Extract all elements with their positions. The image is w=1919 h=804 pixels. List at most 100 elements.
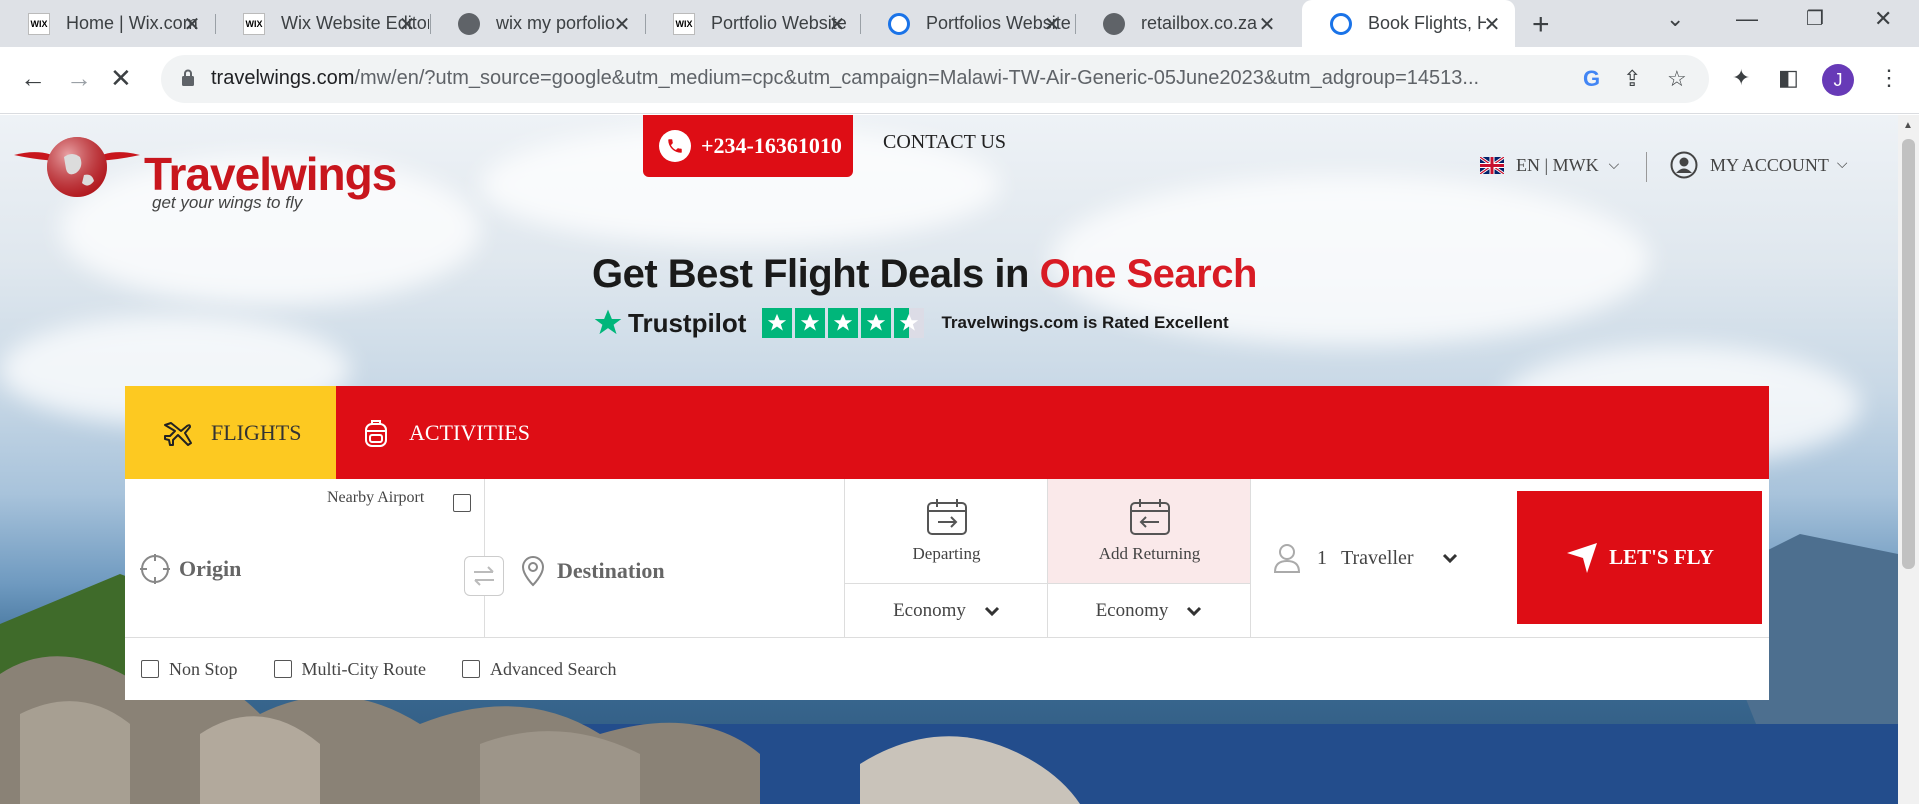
- half-star-icon: [894, 308, 925, 338]
- browser-tab[interactable]: retailbox.co.za ✕: [1075, 0, 1290, 47]
- origin-field[interactable]: Nearby Airport Origin: [125, 479, 485, 637]
- non-stop-option[interactable]: Non Stop: [141, 659, 238, 680]
- advanced-search-option[interactable]: Advanced Search: [462, 659, 616, 680]
- airplane-icon: [164, 421, 192, 446]
- hero-title: Get Best Flight Deals in One Search: [592, 252, 1258, 296]
- scrollbar-thumb[interactable]: [1902, 139, 1915, 569]
- close-icon[interactable]: ✕: [826, 12, 848, 37]
- tab-activities[interactable]: ACTIVITIES: [361, 386, 530, 479]
- chevron-down-icon: [1442, 553, 1457, 564]
- browser-tab[interactable]: Portfolios Website ✕: [860, 0, 1075, 47]
- rating-stars: [762, 308, 927, 338]
- address-bar: ← → ✕ travelwings.com/mw/en/?utm_source=…: [0, 47, 1919, 114]
- tab-flights[interactable]: FLIGHTS: [125, 386, 336, 479]
- star-icon: [795, 308, 826, 338]
- traveller-label: Traveller: [1341, 546, 1414, 569]
- browser-tab[interactable]: WIX Wix Website Editor ✕: [215, 0, 430, 47]
- close-icon[interactable]: ✕: [1041, 12, 1063, 37]
- browser-tab-bar: WIX Home | Wix.com ✕ WIX Wix Website Edi…: [0, 0, 1919, 47]
- header-divider: [1646, 152, 1647, 182]
- calendar-depart-icon: [926, 499, 967, 535]
- forward-icon[interactable]: →: [66, 63, 92, 94]
- returning-date-field[interactable]: Add Returning: [1048, 479, 1251, 584]
- returning-label: Add Returning: [1098, 544, 1201, 563]
- travelwings-logo[interactable]: Travelwings get your wings to fly: [14, 127, 397, 212]
- hero-title-accent: One Search: [1039, 252, 1258, 296]
- google-icon[interactable]: G: [1583, 66, 1600, 92]
- my-account-menu[interactable]: MY ACCOUNT ⌵: [1670, 151, 1847, 179]
- lets-fly-button[interactable]: LET'S FLY: [1517, 491, 1762, 624]
- chevron-down-icon: [1187, 606, 1202, 616]
- url-text[interactable]: travelwings.com/mw/en/?utm_source=google…: [211, 67, 1611, 90]
- nearby-airport-label: Nearby Airport: [327, 489, 425, 506]
- close-window-icon[interactable]: ✕: [1874, 6, 1892, 32]
- trustpilot-rating[interactable]: Trustpilot Travelwings.com is Rated Exce…: [592, 307, 1229, 339]
- scroll-up-icon[interactable]: ▲: [1903, 120, 1913, 131]
- search-options: Non Stop Multi-City Route Advanced Searc…: [125, 637, 1769, 700]
- more-menu-icon[interactable]: ⋮: [1878, 65, 1900, 91]
- contact-us-link[interactable]: CONTACT US: [883, 131, 1006, 154]
- phone-button[interactable]: +234-16361010: [643, 115, 853, 177]
- close-icon[interactable]: ✕: [181, 12, 203, 37]
- calendar-return-icon: [1129, 499, 1170, 535]
- restore-icon[interactable]: ❐: [1806, 6, 1824, 31]
- extensions-icon[interactable]: ✦: [1732, 65, 1750, 91]
- destination-field[interactable]: Destination: [485, 479, 845, 637]
- bookmark-star-icon[interactable]: ☆: [1667, 66, 1687, 92]
- browser-tab[interactable]: WIX Portfolio Website ✕: [645, 0, 860, 47]
- logo-tagline: get your wings to fly: [152, 193, 303, 212]
- close-icon[interactable]: ✕: [1481, 12, 1503, 37]
- wix-icon: WIX: [673, 13, 695, 35]
- traveller-selector[interactable]: 1 Traveller: [1251, 479, 1511, 637]
- browser-tab-active[interactable]: Book Flights, H ✕: [1302, 0, 1515, 47]
- departing-date-cell: Departing Economy: [845, 479, 1048, 637]
- multi-city-label: Multi-City Route: [301, 658, 427, 679]
- omnibox[interactable]: travelwings.com/mw/en/?utm_source=google…: [161, 55, 1709, 103]
- page-scrollbar[interactable]: ▲: [1898, 115, 1919, 804]
- loading-icon: [888, 13, 910, 35]
- map-pin-icon: [521, 555, 545, 587]
- return-cabin-value: Economy: [1095, 599, 1169, 621]
- stop-loading-icon[interactable]: ✕: [110, 63, 132, 94]
- browser-tab[interactable]: WIX Home | Wix.com ✕: [0, 0, 215, 47]
- trustpilot-star-icon: [594, 309, 622, 335]
- star-icon: [762, 308, 793, 338]
- multi-city-checkbox[interactable]: [273, 660, 292, 678]
- return-cabin-select[interactable]: Economy: [1048, 584, 1251, 637]
- star-icon: [861, 308, 892, 338]
- origin-input[interactable]: Origin: [139, 553, 241, 585]
- advanced-search-checkbox[interactable]: [462, 660, 481, 678]
- side-panel-icon[interactable]: ◧: [1778, 65, 1799, 91]
- back-icon[interactable]: ←: [20, 63, 46, 94]
- close-icon[interactable]: ✕: [396, 12, 418, 37]
- chevron-down-icon: ⌵: [1608, 157, 1620, 173]
- chevron-down-icon[interactable]: ⌄: [1666, 6, 1684, 32]
- send-arrow-icon: [1567, 542, 1598, 573]
- page-viewport: Travelwings get your wings to fly +234-1…: [0, 115, 1898, 804]
- departing-date-field[interactable]: Departing: [845, 479, 1048, 584]
- share-icon[interactable]: ⇪: [1623, 66, 1641, 92]
- profile-avatar[interactable]: J: [1822, 64, 1854, 96]
- lets-fly-label: LET'S FLY: [1609, 545, 1714, 569]
- depart-cabin-value: Economy: [893, 599, 966, 621]
- multi-city-option[interactable]: Multi-City Route: [273, 658, 427, 680]
- language-currency-selector[interactable]: EN | MWK ⌵: [1480, 155, 1619, 176]
- browser-tab[interactable]: wix my porfolio ✕: [430, 0, 645, 47]
- close-icon[interactable]: ✕: [611, 12, 633, 37]
- user-icon: [1670, 151, 1698, 179]
- non-stop-checkbox[interactable]: [141, 660, 159, 678]
- language-currency-label: EN | MWK: [1516, 155, 1599, 175]
- new-tab-icon[interactable]: +: [1532, 8, 1550, 42]
- my-account-label: MY ACCOUNT: [1710, 154, 1829, 175]
- non-stop-label: Non Stop: [169, 658, 238, 679]
- lock-icon[interactable]: [181, 69, 195, 87]
- chevron-down-icon: ⌵: [1836, 157, 1848, 172]
- destination-input[interactable]: Destination: [521, 555, 665, 587]
- tab-activities-label: ACTIVITIES: [409, 419, 530, 445]
- depart-cabin-select[interactable]: Economy: [845, 584, 1048, 637]
- chevron-down-icon: [984, 606, 999, 616]
- traveller-count: 1: [1317, 546, 1327, 569]
- close-icon[interactable]: ✕: [1256, 12, 1278, 37]
- nearby-airport-checkbox[interactable]: [453, 494, 471, 512]
- minimize-icon[interactable]: —: [1736, 6, 1758, 32]
